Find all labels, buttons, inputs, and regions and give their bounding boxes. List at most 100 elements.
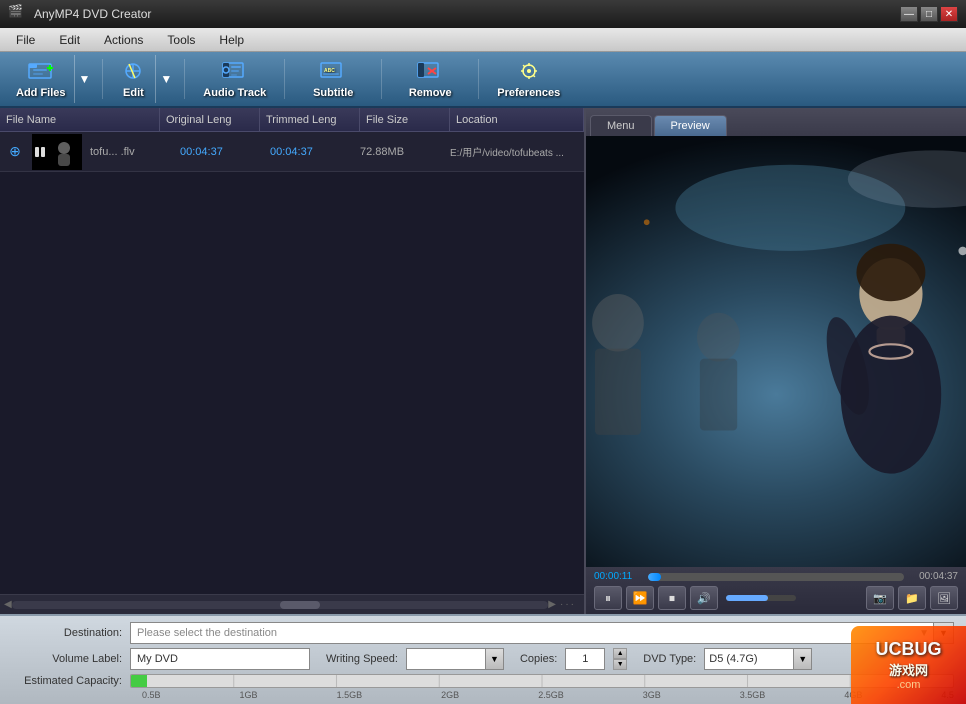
separator-2 [184, 59, 185, 99]
dvd-type-combo[interactable]: D5 (4.7G) [704, 648, 794, 670]
remove-label: Remove [409, 87, 452, 99]
cap-tick-0: 0.5B [142, 690, 161, 700]
end-time: 00:04:37 [910, 571, 958, 582]
writing-speed-dropdown[interactable]: ▼ [486, 648, 504, 670]
add-files-group: Add Files ▼ [8, 55, 94, 103]
capacity-labels: 0.5B 1GB 1.5GB 2GB 2.5GB 3GB 3.5GB 4GB 4… [130, 690, 966, 700]
maximize-button[interactable]: □ [920, 6, 938, 22]
preview-tabs: Menu Preview [586, 108, 966, 136]
writing-speed-wrapper: ▼ [406, 648, 504, 670]
edit-group: Edit ▼ [111, 55, 176, 103]
audio-track-label: Audio Track [203, 87, 266, 99]
location-cell: E:/用户/video/tofubeats ... [444, 144, 584, 159]
volume-fill [726, 595, 768, 601]
file-name-cell: tofu... .flv [84, 146, 174, 158]
horizontal-scrollbar[interactable]: ◀ ▶ ··· [0, 594, 584, 614]
progress-fill [648, 573, 661, 581]
subtitle-button[interactable]: ABC Subtitle [293, 55, 373, 103]
cap-tick-4: 2.5GB [538, 690, 564, 700]
edit-dropdown[interactable]: ▼ [155, 55, 176, 103]
add-files-dropdown[interactable]: ▼ [74, 55, 95, 103]
add-files-button[interactable]: Add Files [8, 55, 74, 103]
cap-tick-6: 3.5GB [740, 690, 766, 700]
file-list-header: File Name Original Leng Trimmed Leng Fil… [0, 108, 584, 132]
volume-input[interactable]: My DVD [130, 648, 310, 670]
close-button[interactable]: ✕ [940, 6, 958, 22]
minimize-button[interactable]: — [900, 6, 918, 22]
audio-track-icon [221, 60, 249, 85]
menu-file[interactable]: File [4, 31, 47, 49]
col-header-location: Location [450, 108, 584, 131]
capacity-row: Estimated Capacity: 0.5B 1GB 1.5GB [12, 674, 954, 688]
menu-edit[interactable]: Edit [47, 31, 92, 49]
table-row[interactable]: ⊕ tofu... .flv 00:04:37 00:04:37 72.8 [0, 132, 584, 172]
scroll-track[interactable] [12, 601, 549, 609]
toolbar: Add Files ▼ Edit ▼ [0, 52, 966, 108]
scroll-right-icon[interactable]: ▶ [548, 599, 556, 610]
menu-help[interactable]: Help [207, 31, 256, 49]
copies-down[interactable]: ▼ [613, 659, 627, 670]
tab-preview[interactable]: Preview [654, 115, 727, 136]
copies-stepper: ▲ ▼ [613, 648, 627, 670]
scroll-dots: ··· [556, 599, 580, 610]
file-thumbnail [32, 134, 82, 170]
edit-button[interactable]: Edit [111, 55, 155, 103]
progress-track[interactable] [648, 573, 904, 581]
volume-track[interactable] [726, 595, 796, 601]
controls-row: ⏸ ⏩ ⏹ 🔊 📷 📁 🖼 [594, 586, 958, 610]
current-time: 00:00:11 [594, 571, 642, 582]
open-folder-button[interactable]: 📁 [898, 586, 926, 610]
copies-value: 1 [582, 653, 588, 665]
capacity-label: Estimated Capacity: [12, 675, 122, 687]
copies-up[interactable]: ▲ [613, 648, 627, 659]
col-header-size: File Size [360, 108, 450, 131]
gallery-button[interactable]: 🖼 [930, 586, 958, 610]
watermark: UCBUG 游戏网 .com [851, 626, 966, 704]
preferences-button[interactable]: Preferences [487, 55, 570, 103]
writing-speed-combo[interactable] [406, 648, 486, 670]
stop-button[interactable]: ⏹ [658, 586, 686, 610]
destination-combo[interactable]: Please select the destination ▼ [130, 622, 934, 644]
subtitle-label: Subtitle [313, 87, 353, 99]
watermark-line2: 游戏网 [876, 660, 942, 679]
scroll-thumb[interactable] [280, 601, 320, 609]
destination-value: Please select the destination [137, 627, 277, 639]
cap-tick-5: 3GB [643, 690, 661, 700]
edit-icon [119, 60, 147, 85]
writing-speed-label: Writing Speed: [326, 653, 398, 665]
video-area [586, 136, 966, 567]
separator-1 [102, 59, 103, 99]
fast-forward-button[interactable]: ⏩ [626, 586, 654, 610]
scroll-left-icon[interactable]: ◀ [4, 599, 12, 610]
subtitle-icon: ABC [319, 60, 347, 85]
pause-button[interactable]: ⏸ [594, 586, 622, 610]
watermark-content: UCBUG 游戏网 .com [876, 639, 942, 691]
volume-icon[interactable]: 🔊 [690, 586, 718, 610]
menu-bar: File Edit Actions Tools Help [0, 28, 966, 52]
remove-button[interactable]: Remove [390, 55, 470, 103]
capacity-bar-wrapper [130, 674, 954, 688]
preferences-label: Preferences [497, 87, 560, 99]
preferences-icon [515, 60, 543, 85]
edit-label: Edit [123, 87, 144, 99]
tab-menu[interactable]: Menu [590, 115, 652, 136]
original-length-cell: 00:04:37 [174, 146, 264, 158]
snapshot-button[interactable]: 📷 [866, 586, 894, 610]
menu-actions[interactable]: Actions [92, 31, 155, 49]
col-header-original: Original Leng [160, 108, 260, 131]
separator-5 [478, 59, 479, 99]
menu-tools[interactable]: Tools [155, 31, 207, 49]
trimmed-length-cell: 00:04:37 [264, 146, 354, 158]
title-bar: 🎬 AnyMP4 DVD Creator — □ ✕ [0, 0, 966, 28]
dvd-type-dropdown[interactable]: ▼ [794, 648, 812, 670]
audio-track-button[interactable]: Audio Track [193, 55, 276, 103]
copies-label: Copies: [520, 653, 557, 665]
copies-input[interactable]: 1 [565, 648, 605, 670]
row-expand-icon[interactable]: ⊕ [0, 143, 30, 160]
watermark-line3: .com [876, 679, 942, 691]
preview-panel: Menu Preview [586, 108, 966, 614]
file-list-body: ⊕ tofu... .flv 00:04:37 00:04:37 72.8 [0, 132, 584, 594]
dvd-type-wrapper: D5 (4.7G) ▼ [704, 648, 812, 670]
file-list-panel: File Name Original Leng Trimmed Leng Fil… [0, 108, 586, 614]
col-header-trimmed: Trimmed Leng [260, 108, 360, 131]
